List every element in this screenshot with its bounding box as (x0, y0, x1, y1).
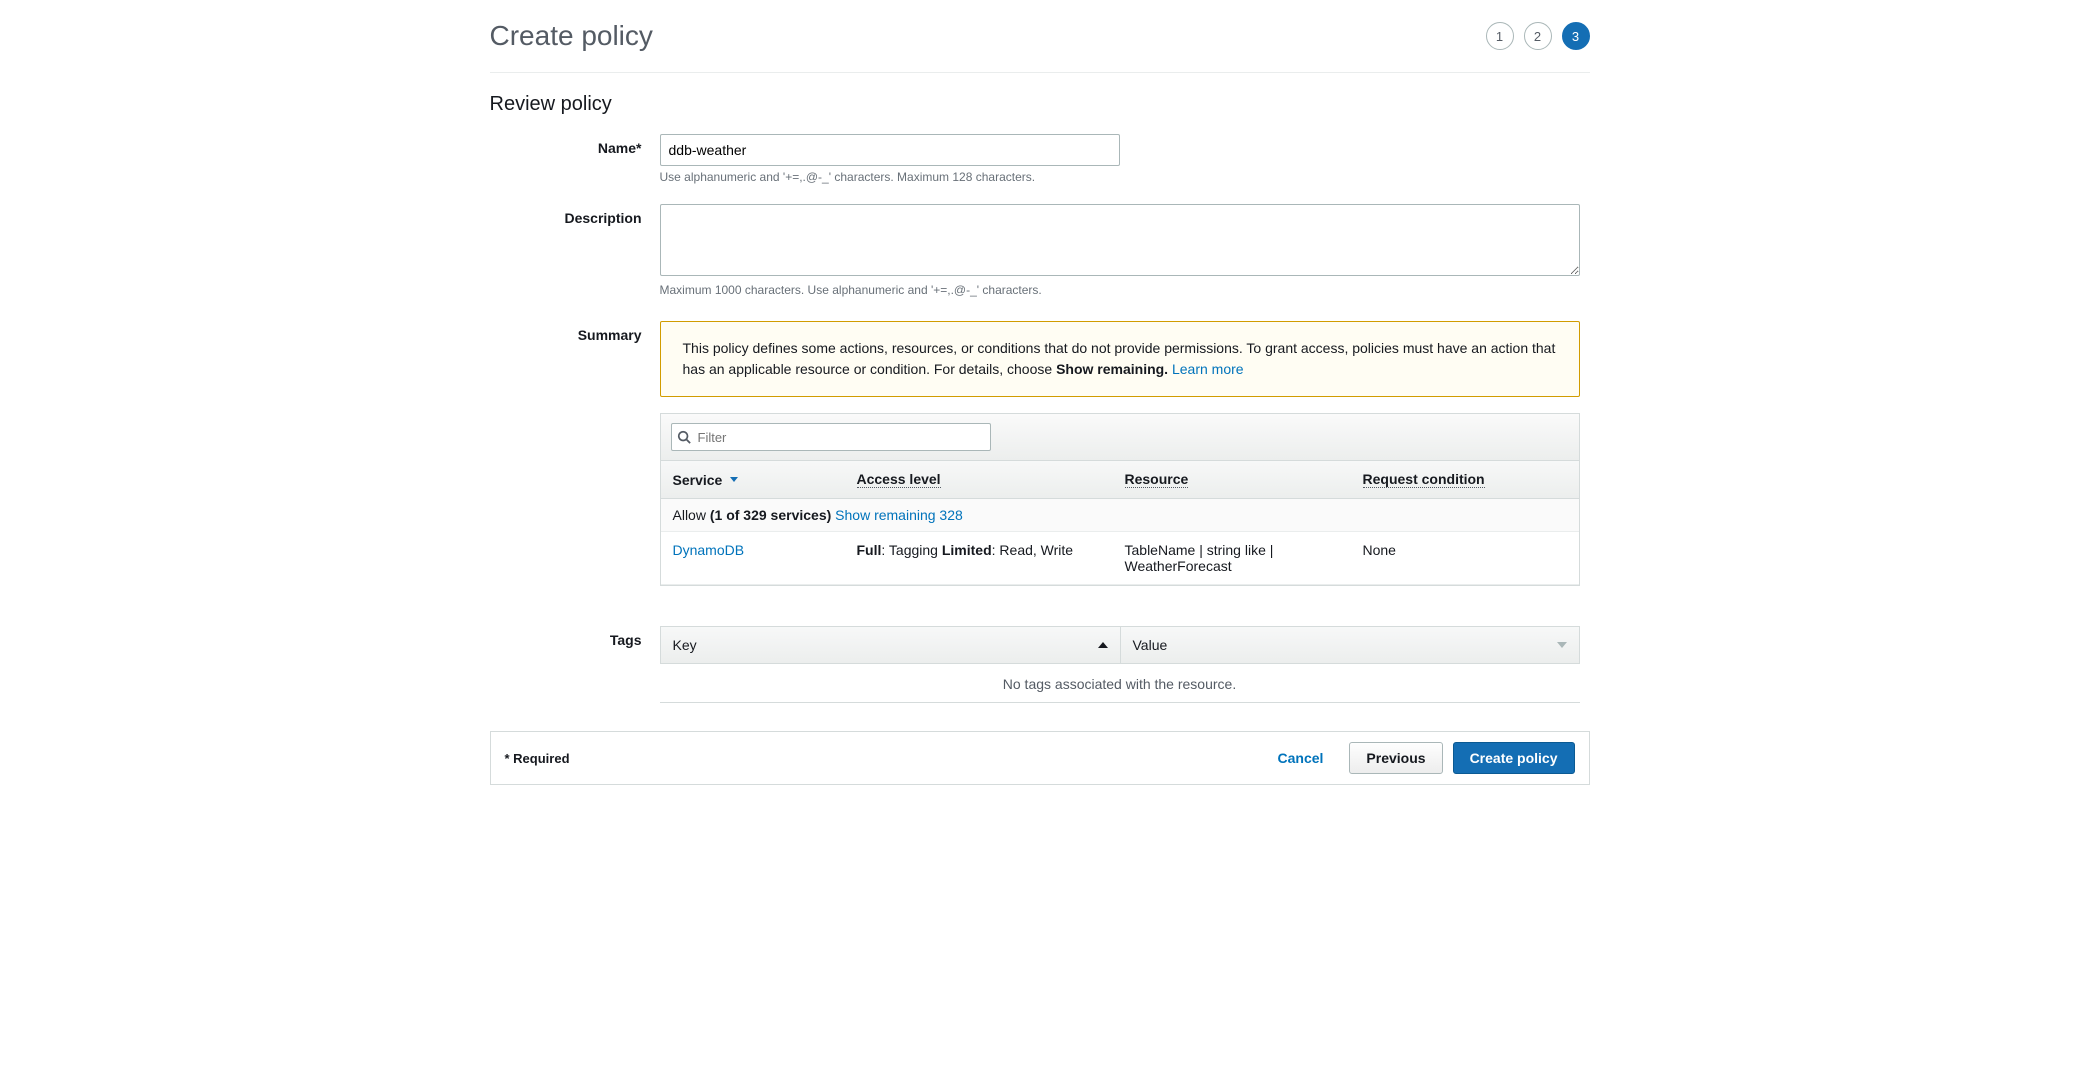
name-label: Name* (490, 134, 660, 198)
summary-warning: This policy defines some actions, resour… (660, 321, 1580, 397)
tags-col-value[interactable]: Value (1121, 627, 1579, 663)
tags-divider (660, 702, 1580, 703)
sort-empty-icon (1557, 642, 1567, 648)
resource-cell: TableName | string like | WeatherForecas… (1125, 542, 1363, 574)
sort-up-icon (1098, 642, 1108, 648)
request-condition-cell: None (1363, 542, 1567, 574)
description-hint: Maximum 1000 characters. Use alphanumeri… (660, 283, 1590, 297)
tags-label: Tags (490, 626, 660, 703)
table-header: Service Access level Resource Request co… (661, 461, 1579, 499)
create-policy-button[interactable]: Create policy (1453, 742, 1575, 774)
previous-button[interactable]: Previous (1349, 742, 1442, 774)
learn-more-link[interactable]: Learn more (1172, 361, 1244, 377)
wizard-step-2[interactable]: 2 (1524, 22, 1552, 50)
page-header: Create policy 1 2 3 (490, 20, 1590, 73)
required-note: * Required (505, 751, 570, 766)
description-row: Description Maximum 1000 characters. Use… (490, 204, 1590, 311)
show-remaining-link[interactable]: Show remaining 328 (835, 507, 963, 523)
wizard-step-3[interactable]: 3 (1562, 22, 1590, 50)
name-hint: Use alphanumeric and '+=,.@-_' character… (660, 170, 1590, 184)
service-link-dynamodb[interactable]: DynamoDB (673, 542, 745, 558)
allow-summary-row: Allow (1 of 329 services) Show remaining… (661, 499, 1579, 532)
description-label: Description (490, 204, 660, 311)
sort-caret-icon (730, 477, 738, 482)
create-policy-page: Create policy 1 2 3 Review policy Name* … (490, 0, 1590, 785)
tags-header: Key Value (660, 626, 1580, 664)
tags-table: Key Value No tags associated with the re… (660, 626, 1580, 703)
filter-bar (661, 414, 1579, 461)
summary-row: Summary This policy defines some actions… (490, 321, 1590, 586)
summary-table: Service Access level Resource Request co… (660, 413, 1580, 586)
col-request-condition[interactable]: Request condition (1351, 461, 1579, 498)
footer-actions: Cancel Previous Create policy (1262, 742, 1575, 774)
tags-empty-message: No tags associated with the resource. (660, 664, 1580, 702)
wizard-step-1[interactable]: 1 (1486, 22, 1514, 50)
name-row: Name* Use alphanumeric and '+=,.@-_' cha… (490, 134, 1590, 198)
warning-bold: Show remaining. (1056, 361, 1168, 377)
col-access-level[interactable]: Access level (845, 461, 1113, 498)
col-service[interactable]: Service (661, 461, 845, 498)
col-resource[interactable]: Resource (1113, 461, 1351, 498)
table-row: DynamoDB Full: Tagging Limited: Read, Wr… (661, 532, 1579, 585)
page-title: Create policy (490, 20, 653, 52)
tags-row: Tags Key Value No tags associated with t… (490, 626, 1590, 703)
description-input[interactable] (660, 204, 1580, 276)
tags-col-key[interactable]: Key (661, 627, 1121, 663)
cancel-button[interactable]: Cancel (1262, 742, 1340, 774)
wizard-steps: 1 2 3 (1486, 22, 1590, 50)
summary-label: Summary (490, 321, 660, 586)
access-level-cell: Full: Tagging Limited: Read, Write (857, 542, 1125, 574)
name-input[interactable] (660, 134, 1120, 166)
section-title: Review policy (490, 93, 1590, 116)
search-icon (677, 430, 691, 444)
filter-input[interactable] (671, 423, 991, 451)
footer-bar: * Required Cancel Previous Create policy (490, 731, 1590, 785)
